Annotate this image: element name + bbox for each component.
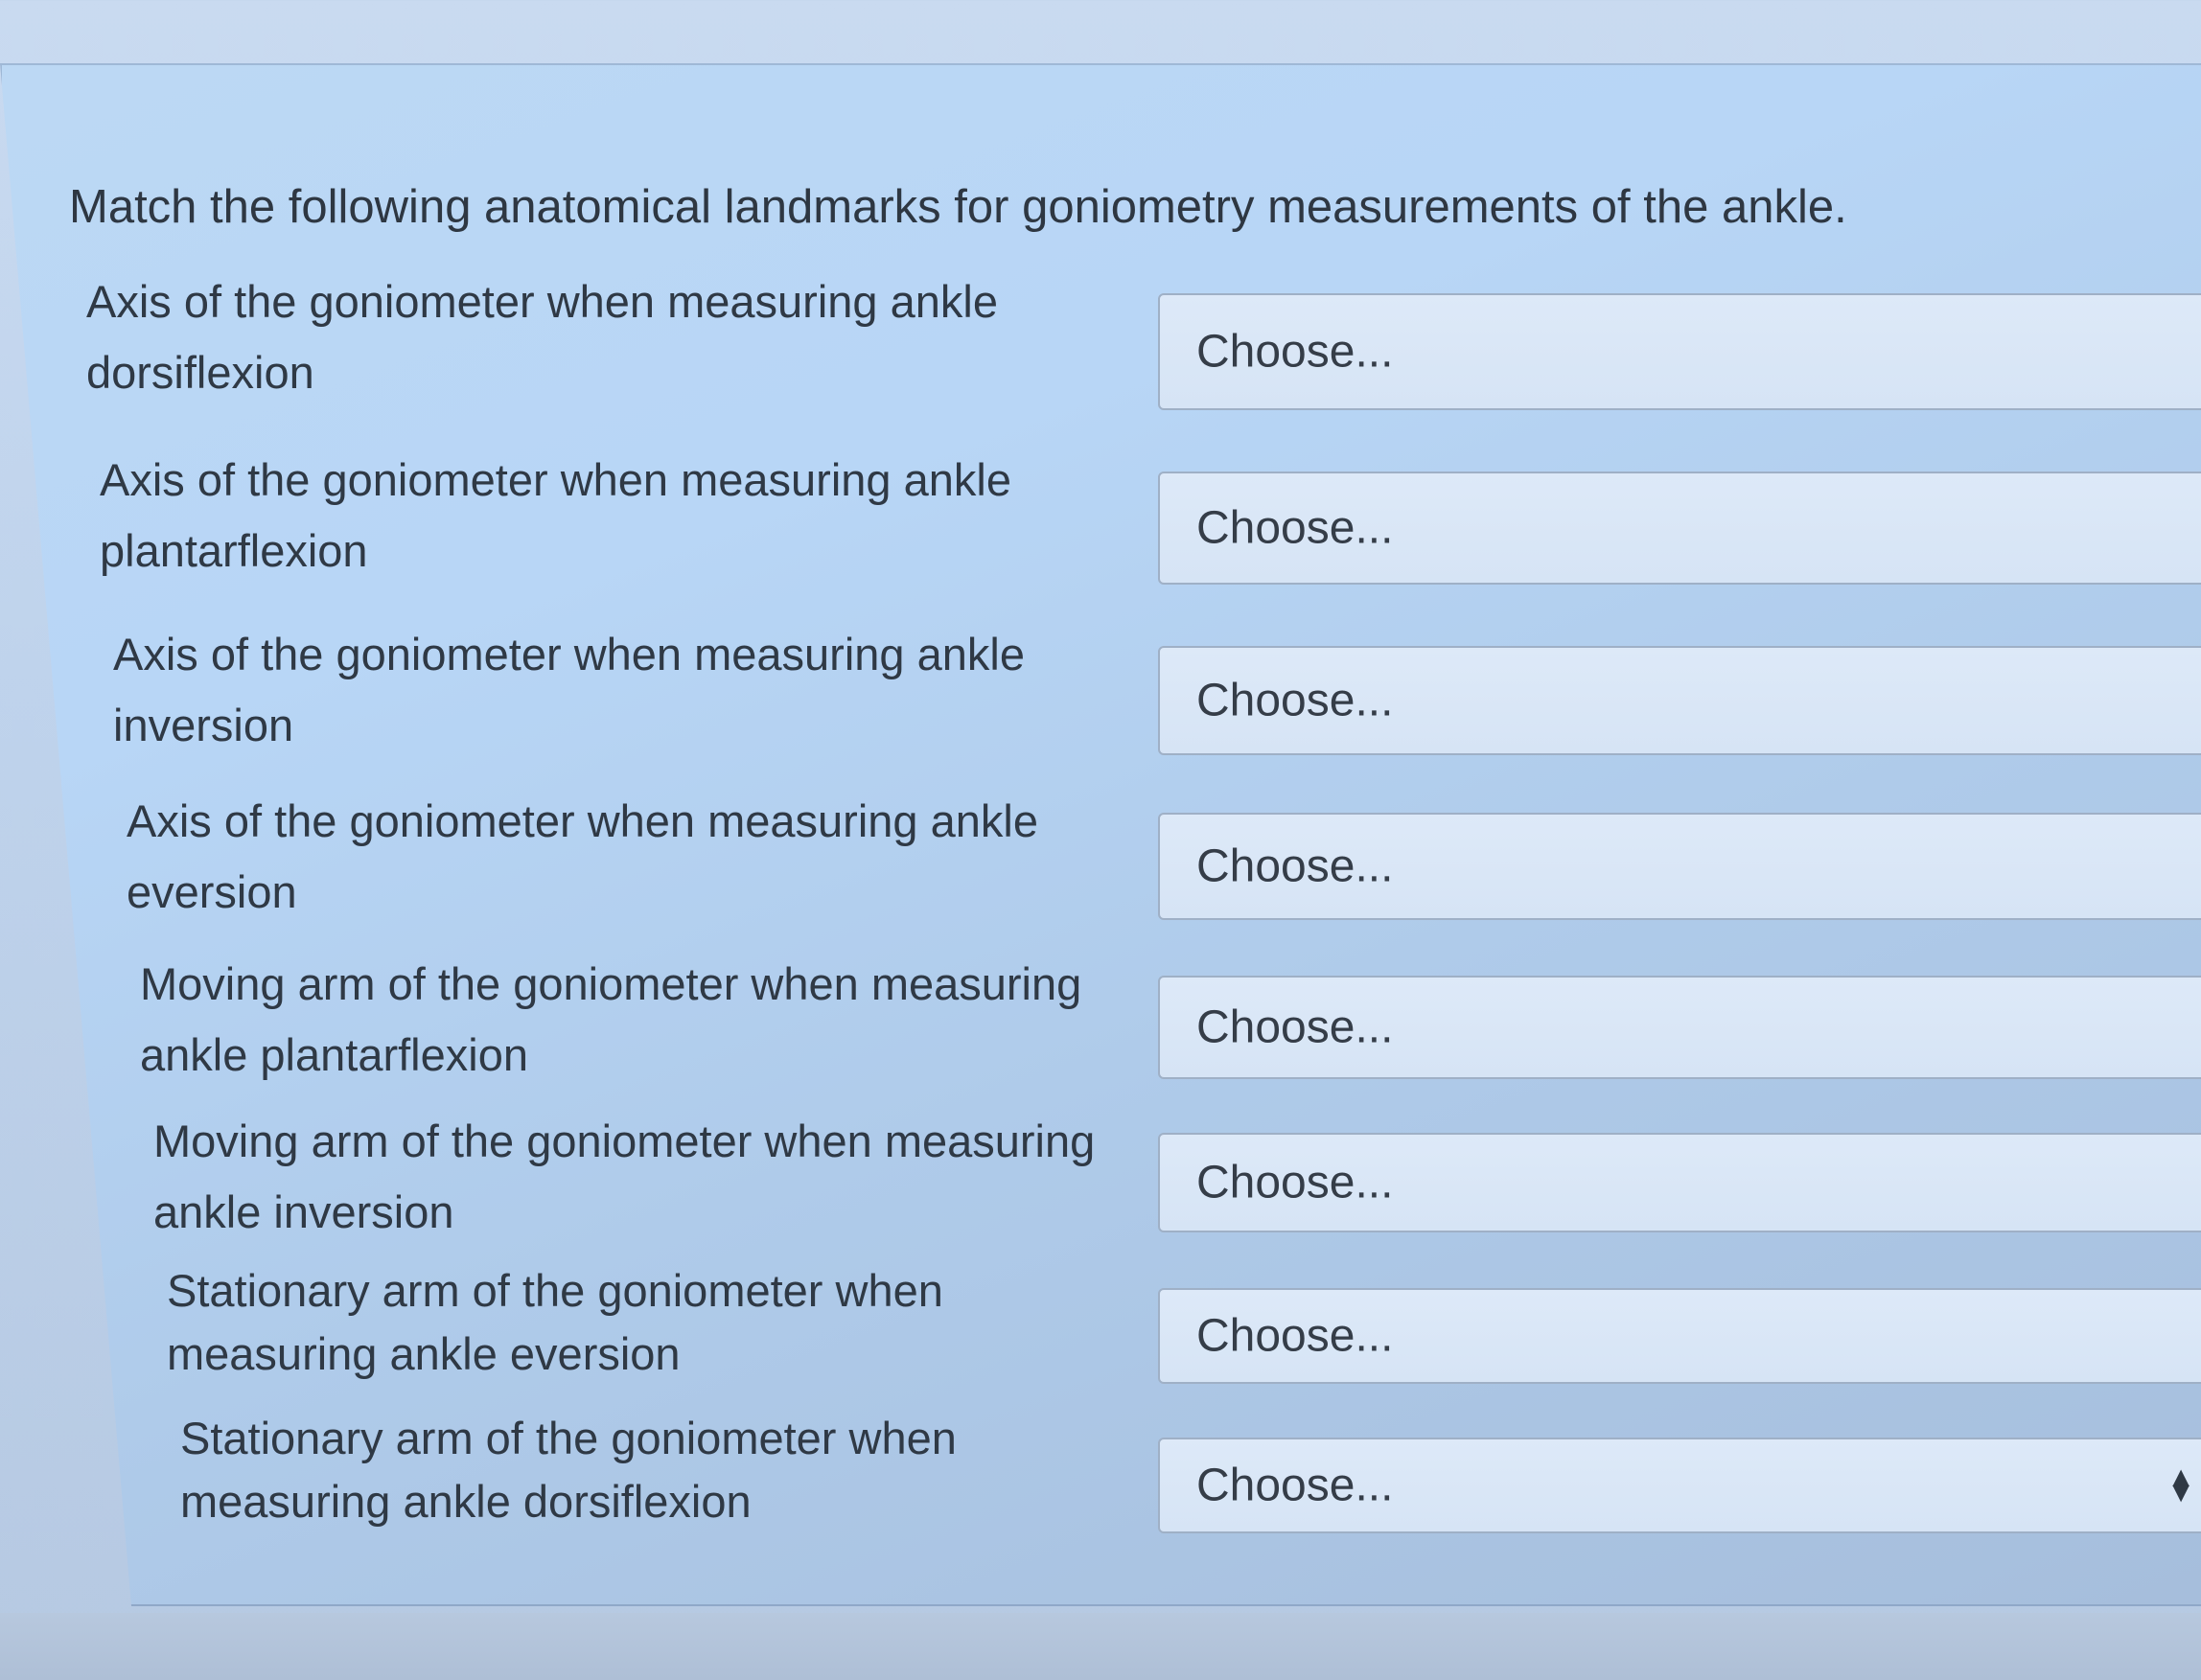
match-prompt: Moving arm of the goniometer when measur… [140,949,1081,1091]
answer-select-value: Choose... [1196,1001,1394,1053]
match-prompt: Axis of the goniometer when measuring an… [86,266,998,408]
match-prompt-line: Axis of the goniometer when measuring an… [100,454,1011,505]
match-prompt-line: eversion [127,866,297,917]
answer-select[interactable]: Choose... [1158,293,2201,410]
answer-select[interactable]: Choose... ▲ ▼ [1158,1438,2201,1533]
match-prompt: Axis of the goniometer when measuring an… [113,619,1025,761]
page-background-bottom [0,1613,2201,1680]
answer-select[interactable]: Choose... [1158,1288,2201,1384]
match-prompt-line: plantarflexion [100,525,368,576]
match-prompt-line: Stationary arm of the goniometer when [167,1265,943,1316]
match-prompt: Moving arm of the goniometer when measur… [153,1106,1095,1248]
answer-select[interactable]: Choose... [1158,1133,2201,1232]
up-down-chevron-icon: ▲ ▼ [2166,1461,2195,1508]
answer-select[interactable]: Choose... [1158,813,2201,920]
answer-select-value: Choose... [1196,326,1394,378]
match-prompt: Axis of the goniometer when measuring an… [100,445,1011,587]
match-prompt-line: Axis of the goniometer when measuring an… [113,629,1025,679]
answer-select-value: Choose... [1196,840,1394,892]
question-card: Match the following anatomical landmarks… [0,63,2201,1606]
answer-select[interactable]: Choose... [1158,472,2201,585]
match-prompt-line: Stationary arm of the goniometer when [180,1413,957,1463]
match-prompt-line: Axis of the goniometer when measuring an… [86,276,998,327]
question-text: Match the following anatomical landmarks… [69,181,1847,233]
match-prompt: Axis of the goniometer when measuring an… [127,786,1038,928]
answer-select-value: Choose... [1196,1460,1394,1511]
match-prompt-line: measuring ankle dorsiflexion [180,1476,752,1527]
match-prompt-line: measuring ankle eversion [167,1328,681,1379]
match-prompt-line: inversion [113,700,294,750]
answer-select-value: Choose... [1196,1310,1394,1362]
match-prompt: Stationary arm of the goniometer when me… [180,1407,957,1533]
answer-select-value: Choose... [1196,502,1394,554]
answer-select-value: Choose... [1196,675,1394,726]
match-prompt-line: Moving arm of the goniometer when measur… [140,958,1082,1009]
match-prompt-line: Axis of the goniometer when measuring an… [127,795,1038,846]
match-prompt: Stationary arm of the goniometer when me… [167,1259,943,1386]
match-prompt-line: ankle inversion [153,1186,454,1237]
match-prompt-line: dorsiflexion [86,347,314,398]
match-prompt-line: Moving arm of the goniometer when measur… [153,1116,1096,1166]
match-prompt-line: ankle plantarflexion [140,1029,528,1080]
answer-select[interactable]: Choose... [1158,646,2201,755]
answer-select-value: Choose... [1196,1157,1394,1208]
answer-select[interactable]: Choose... [1158,976,2201,1079]
